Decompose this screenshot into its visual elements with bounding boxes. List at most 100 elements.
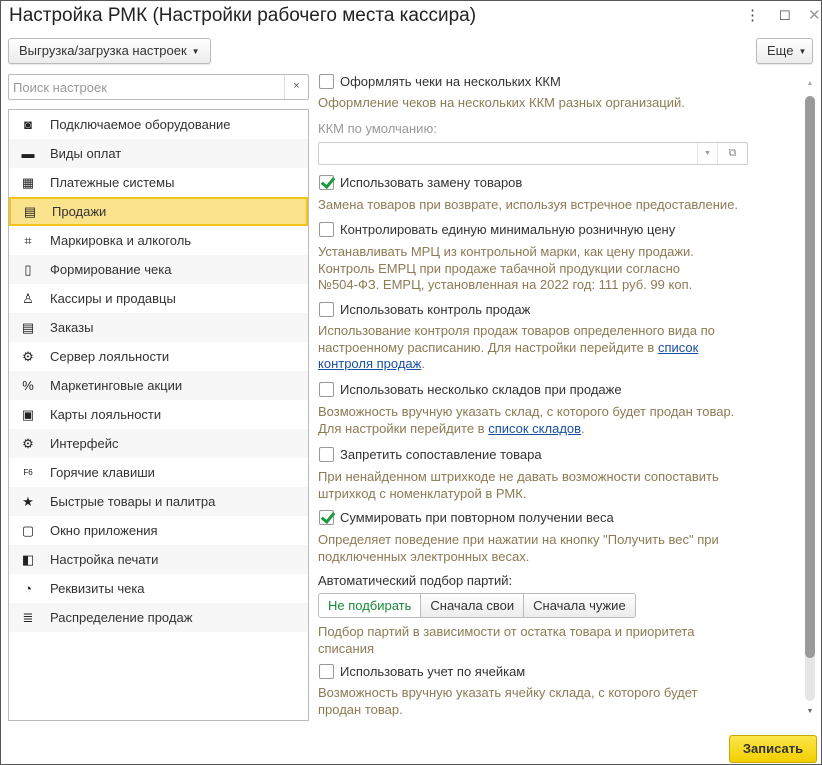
batches-option-own-first[interactable]: Сначала свои: [420, 594, 524, 617]
sidebar-item[interactable]: ▦ Платежные системы: [9, 168, 308, 197]
section-icon: ▤: [23, 204, 37, 219]
vertical-scrollbar[interactable]: ▲ ▼: [805, 80, 815, 720]
section-icon: ▬: [21, 146, 35, 161]
sidebar-item-label: Маркетинговые акции: [50, 378, 183, 393]
settings-sections-list: ◙ Подключаемое оборудование ▬ Виды оплат ▦ Пл…: [8, 109, 309, 721]
sidebar-item[interactable]: ▣ Карты лояльности: [9, 400, 308, 429]
hint-line: Возможность вручную указать ячейку склад…: [318, 685, 698, 700]
window-title: Настройка РМК (Настройки рабочего места …: [9, 5, 477, 26]
hint-line: Использование контроля продаж товаров оп…: [318, 323, 715, 338]
sidebar-item-label: Реквизиты чека: [50, 581, 145, 596]
replace-goods-hint: Замена товаров при возврате, используя в…: [318, 197, 739, 212]
replace-goods-checkbox[interactable]: Использовать замену товаров: [319, 175, 522, 190]
batches-option-others-first[interactable]: Сначала чужие: [523, 594, 635, 617]
section-icon: ▢: [21, 523, 35, 538]
sidebar-item[interactable]: ≣ Распределение продаж: [9, 603, 308, 632]
sidebar-item[interactable]: F6 Горячие клавиши: [9, 458, 308, 487]
hint-dot: .: [421, 356, 425, 371]
open-icon[interactable]: ⧉: [717, 143, 747, 164]
section-icon: F6: [23, 468, 33, 477]
default-kkm-field[interactable]: ▼ ⧉: [318, 142, 748, 165]
hint-line: настроенному расписанию. Для настройки п…: [318, 339, 658, 355]
batches-option-none[interactable]: Не подбирать: [319, 594, 421, 617]
checkbox-box[interactable]: [319, 664, 334, 679]
checkbox-label: Использовать несколько складов при прода…: [340, 382, 622, 397]
chevron-down-icon: ▼: [798, 46, 807, 56]
sidebar-item-label: Кассиры и продавцы: [50, 291, 176, 306]
checkbox-box[interactable]: [319, 74, 334, 89]
sidebar-item-label: Подключаемое оборудование: [50, 117, 231, 132]
sidebar-item-label: Быстрые товары и палитра: [50, 494, 216, 509]
multi-kkm-checkbox[interactable]: Оформлять чеки на нескольких ККМ: [319, 74, 561, 89]
save-button[interactable]: Записать: [729, 735, 817, 763]
section-icon: ⚙: [22, 436, 34, 451]
checkbox-label: Суммировать при повторном получении веса: [340, 510, 614, 525]
sidebar-item[interactable]: % Маркетинговые акции: [9, 371, 308, 400]
section-icon: ▤: [21, 320, 35, 335]
sidebar-item[interactable]: ◙ Подключаемое оборудование: [9, 110, 308, 139]
scroll-up-icon[interactable]: ▲: [805, 80, 815, 87]
search-input[interactable]: Поиск настроек ×: [8, 74, 309, 100]
sidebar-item-label: Горячие клавиши: [50, 465, 155, 480]
sidebar-item[interactable]: ▤ Продажи: [9, 197, 308, 226]
no-match-checkbox[interactable]: Запретить сопоставление товара: [319, 447, 542, 462]
scroll-down-icon[interactable]: ▼: [805, 708, 815, 715]
dropdown-icon[interactable]: ▼: [697, 143, 717, 164]
warehouses-link[interactable]: список складов: [488, 421, 581, 436]
checkbox-box[interactable]: [319, 382, 334, 397]
sidebar-item[interactable]: ⚙ Сервер лояльности: [9, 342, 308, 371]
sidebar-item[interactable]: ★ Быстрые товары и палитра: [9, 487, 308, 516]
checkbox-label: Использовать контроль продаж: [340, 302, 531, 317]
sidebar-item-label: Распределение продаж: [50, 610, 193, 625]
clear-search-icon[interactable]: ×: [284, 75, 308, 99]
checkbox-label: Использовать замену товаров: [340, 175, 523, 190]
sidebar-item[interactable]: ♙ Кассиры и продавцы: [9, 284, 308, 313]
batches-selector: Не подбирать Сначала свои Сначала чужие: [318, 593, 636, 618]
sum-weight-checkbox[interactable]: Суммировать при повторном получении веса: [319, 510, 614, 525]
section-icon: ◧: [21, 552, 35, 567]
emrc-hint: Устанавливать МРЦ из контрольной марки, …: [318, 244, 694, 294]
sidebar-item[interactable]: ⌗ Маркировка и алкоголь: [9, 226, 308, 255]
section-icon: ⌗: [24, 233, 32, 248]
section-icon: ★: [22, 494, 34, 509]
checkbox-box[interactable]: [319, 222, 334, 237]
checkbox-box[interactable]: [319, 510, 334, 525]
multi-warehouse-checkbox[interactable]: Использовать несколько складов при прода…: [319, 382, 622, 397]
maximize-icon[interactable]: ☐: [779, 8, 791, 24]
emrc-checkbox[interactable]: Контролировать единую минимальную рознич…: [319, 222, 675, 237]
sales-control-link[interactable]: список: [658, 340, 698, 355]
checkbox-box[interactable]: [319, 175, 334, 190]
sidebar-item[interactable]: ◔ Реквизиты чека: [9, 574, 308, 603]
sales-control-checkbox[interactable]: Использовать контроль продаж: [319, 302, 530, 317]
cells-hint: Возможность вручную указать ячейку склад…: [318, 685, 697, 718]
sidebar-item[interactable]: ▯ Формирование чека: [9, 255, 308, 284]
sidebar-item-label: Окно приложения: [50, 523, 158, 538]
hint-line: При ненайденном штрихкоде не давать возм…: [318, 469, 719, 484]
export-import-label: Выгрузка/загрузка настроек: [19, 43, 187, 58]
close-icon[interactable]: ✕: [808, 6, 821, 24]
sidebar-item[interactable]: ▢ Окно приложения: [9, 516, 308, 545]
hint-line: Возможность вручную указать склад, с кот…: [318, 404, 735, 419]
more-button[interactable]: Еще ▼: [756, 38, 814, 64]
section-icon: ⚙: [22, 349, 34, 364]
section-icon: %: [22, 378, 34, 393]
scrollbar-thumb[interactable]: [805, 96, 815, 658]
export-import-button[interactable]: Выгрузка/загрузка настроек ▼: [8, 38, 211, 64]
sidebar-item[interactable]: ◧ Настройка печати: [9, 545, 308, 574]
cells-checkbox[interactable]: Использовать учет по ячейкам: [319, 664, 525, 679]
hint-line: штрихкод с номенклатурой в РМК.: [318, 485, 527, 501]
checkbox-label: Контролировать единую минимальную рознич…: [340, 222, 676, 237]
sales-control-link[interactable]: контроля продаж: [318, 356, 421, 371]
sales-control-hint: Использование контроля продаж товаров оп…: [318, 323, 715, 373]
checkbox-box[interactable]: [319, 302, 334, 317]
sidebar-item[interactable]: ▤ Заказы: [9, 313, 308, 342]
batches-label: Автоматический подбор партий:: [318, 573, 513, 588]
sidebar-item[interactable]: ▬ Виды оплат: [9, 139, 308, 168]
sidebar-item-label: Карты лояльности: [50, 407, 162, 422]
checkbox-box[interactable]: [319, 447, 334, 462]
menu-icon[interactable]: ⋮: [745, 6, 760, 24]
hint-line: Устанавливать МРЦ из контрольной марки, …: [318, 244, 694, 259]
default-kkm-label: ККМ по умолчанию:: [318, 121, 437, 136]
sidebar-item-label: Маркировка и алкоголь: [50, 233, 192, 248]
sidebar-item[interactable]: ⚙ Интерфейс: [9, 429, 308, 458]
